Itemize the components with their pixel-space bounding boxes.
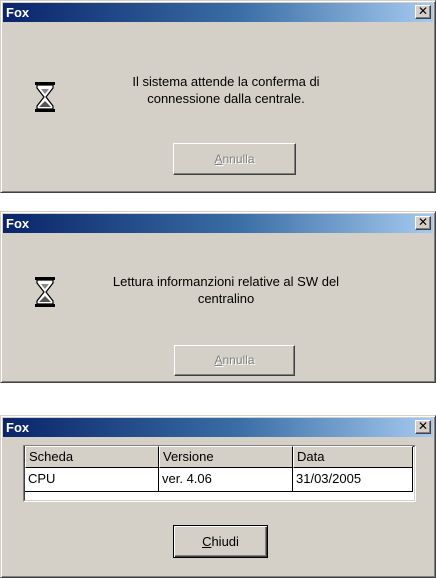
status-message: Lettura informanzioni relative al SW del… xyxy=(71,273,381,307)
message-line-2: centralino xyxy=(197,291,255,306)
dialog-reading-sw: Fox ✕ Lettura informanzioni relative al … xyxy=(0,211,436,383)
message-line-1: Lettura informanzioni relative al SW del xyxy=(112,274,340,289)
close-button[interactable]: Chiudi xyxy=(173,525,268,558)
message-line-1: Il sistema attende la conferma di xyxy=(132,74,320,89)
close-icon[interactable]: ✕ xyxy=(415,5,431,19)
column-header-data[interactable]: Data xyxy=(293,446,413,468)
hourglass-icon xyxy=(35,82,55,112)
table-cell-data[interactable]: 31/03/2005 xyxy=(293,468,413,492)
window-title: Fox xyxy=(6,216,30,231)
title-bar[interactable]: Fox ✕ xyxy=(3,214,433,233)
message-line-2: connessione dalla centrale. xyxy=(147,91,305,106)
table-cell-scheda[interactable]: CPU xyxy=(25,468,159,492)
window-title: Fox xyxy=(6,5,30,20)
dialog-version-info: Fox ✕ Scheda Versione Data CPU ver. 4.06… xyxy=(0,415,436,578)
cancel-button-label: nnulla xyxy=(222,152,255,166)
table-cell-versione[interactable]: ver. 4.06 xyxy=(159,468,293,492)
column-header-scheda[interactable]: Scheda xyxy=(25,446,159,468)
cancel-button[interactable]: Annulla xyxy=(174,345,295,376)
close-button-label: hiudi xyxy=(211,534,239,549)
title-bar[interactable]: Fox ✕ xyxy=(3,3,433,22)
hourglass-icon xyxy=(35,277,55,307)
close-icon[interactable]: ✕ xyxy=(415,420,431,434)
version-table: Scheda Versione Data CPU ver. 4.06 31/03… xyxy=(23,445,416,502)
title-bar[interactable]: Fox ✕ xyxy=(3,418,433,437)
window-title: Fox xyxy=(6,420,30,435)
cancel-button[interactable]: Annulla xyxy=(173,143,296,175)
column-header-versione[interactable]: Versione xyxy=(159,446,293,468)
dialog-connection-wait: Fox ✕ Il sistema attende la conferma di … xyxy=(0,0,436,193)
cancel-button-label: nnulla xyxy=(222,353,255,367)
close-icon[interactable]: ✕ xyxy=(415,216,431,230)
status-message: Il sistema attende la conferma di connes… xyxy=(71,73,381,107)
